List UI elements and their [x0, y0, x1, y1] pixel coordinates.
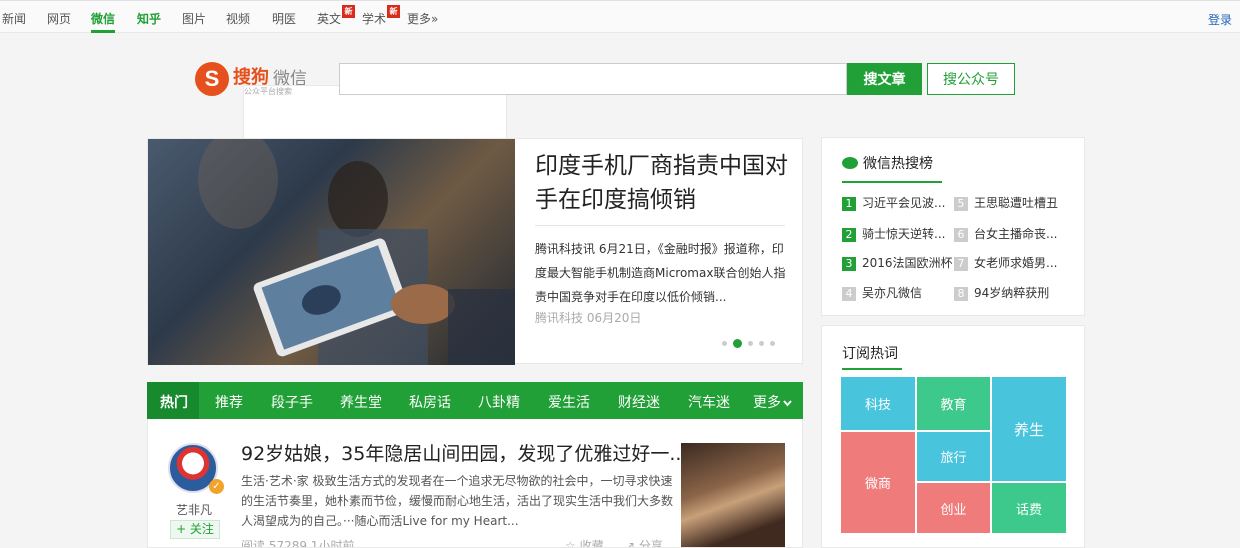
article-thumbnail[interactable] — [681, 443, 785, 547]
carousel-dots — [722, 336, 781, 348]
new-badge-english: 新 — [342, 5, 355, 18]
tile-tech[interactable]: 科技 — [841, 377, 915, 430]
hot-entry[interactable]: 7 女老师求婚男... — [954, 254, 1057, 271]
category-recommend[interactable]: 推荐 — [215, 392, 243, 412]
verified-icon: ✓ — [209, 479, 224, 494]
nav-web[interactable]: 网页 — [47, 10, 71, 27]
category-bar: 热门 推荐 段子手 养生堂 私房话 八卦精 爱生活 财经迷 汽车迷 更多 — [147, 382, 803, 419]
carousel-dot[interactable] — [748, 341, 753, 346]
hot-text: 2016法国欧洲杯 — [862, 256, 953, 270]
tile-health[interactable]: 养生 — [992, 377, 1066, 481]
category-cars[interactable]: 汽车迷 — [688, 392, 730, 412]
hot-text: 女老师求婚男... — [974, 256, 1058, 270]
nav-zhihu[interactable]: 知乎 — [137, 10, 161, 27]
category-life[interactable]: 爱生活 — [548, 392, 590, 412]
sogou-weixin-logo[interactable]: S 搜狗 微信 公众平台搜索 — [195, 62, 507, 308]
hot-text: 骑士惊天逆转... — [862, 227, 946, 241]
carousel-dot[interactable] — [759, 341, 764, 346]
hot-text: 王思聪遭吐槽丑 — [974, 196, 1059, 210]
nav-images[interactable]: 图片 — [182, 10, 206, 27]
nav-english[interactable]: 英文 — [317, 10, 341, 27]
chevron-down-icon — [783, 400, 792, 407]
nav-weixin[interactable]: 微信 — [91, 10, 115, 27]
nav-more[interactable]: 更多» — [407, 10, 438, 27]
sogou-logo-icon: S — [195, 62, 229, 96]
category-gossip[interactable]: 八卦精 — [478, 392, 520, 412]
hot-entry[interactable]: 5 王思聪遭吐槽丑 — [954, 194, 1058, 211]
hot-entry[interactable]: 8 94岁纳粹获刑 — [954, 284, 1049, 301]
hot-rank: 5 — [954, 197, 968, 211]
hot-rank: 4 — [842, 287, 856, 301]
search-articles-button[interactable]: 搜文章 — [847, 63, 922, 95]
hot-rank: 8 — [954, 287, 968, 301]
featured-description: 腾讯科技讯 6月21日，《金融时报》报道称，印度最大智能手机制造商Microma… — [535, 242, 786, 304]
featured-photo-art — [198, 139, 515, 365]
hot-text: 94岁纳粹获刑 — [974, 286, 1050, 300]
article-title[interactable]: 92岁姑娘，35年隐居山间田园，发现了优雅过好一... — [241, 439, 687, 466]
hot-entry[interactable]: 3 2016法国欧洲杯 — [842, 254, 953, 271]
follow-button[interactable]: + 关注 — [170, 520, 220, 539]
hot-rank: 1 — [842, 197, 856, 211]
category-hot[interactable]: 热门 — [160, 392, 188, 412]
tile-education[interactable]: 教育 — [917, 377, 990, 430]
hot-search-label: 微信热搜榜 — [863, 156, 933, 172]
category-finance[interactable]: 财经迷 — [618, 392, 660, 412]
carousel-dot[interactable] — [770, 341, 775, 346]
article-meta: 阅读 57289 1小时前 — [241, 539, 355, 548]
category-health[interactable]: 养生堂 — [340, 392, 382, 412]
hot-entry[interactable]: 1 习近平会见波... — [842, 194, 945, 211]
hot-search-panel: 微信热搜榜 1 习近平会见波... 2 骑士惊天逆转... 3 2016法国欧洲杯 4… — [821, 137, 1085, 316]
search-accounts-button[interactable]: 搜公众号 — [927, 63, 1015, 95]
share-button[interactable]: ↗ 分享 — [625, 537, 663, 547]
subscribe-underline — [842, 368, 902, 370]
article-description: 生活·艺术·家 极致生活方式的发现者在一个追求无尽物欲的社会中，一切寻求快速的生… — [241, 474, 674, 528]
category-more[interactable]: 更多 — [753, 392, 792, 412]
hot-rank: 7 — [954, 257, 968, 271]
collect-button[interactable]: ☆ 收藏 — [565, 537, 604, 547]
hot-rank: 6 — [954, 228, 968, 242]
hot-entry[interactable]: 4 吴亦凡微信 — [842, 284, 922, 301]
hot-rank: 3 — [842, 257, 856, 271]
tile-travel[interactable]: 旅行 — [917, 432, 990, 481]
tile-phonebill[interactable]: 话费 — [992, 483, 1066, 533]
featured-carousel: 印度手机厂商指责中国对手在印度搞倾销 腾讯科技讯 6月21日，《金融时报》报道称… — [147, 138, 803, 365]
featured-divider — [535, 225, 785, 226]
nav-video[interactable]: 视频 — [226, 10, 250, 27]
hot-text: 台女主播命丧... — [974, 227, 1058, 241]
featured-meta: 腾讯科技 06月20日 — [535, 311, 642, 325]
nav-news[interactable]: 新闻 — [2, 10, 26, 27]
category-more-label: 更多 — [753, 395, 781, 411]
featured-photo[interactable] — [148, 139, 515, 365]
hot-rank: 2 — [842, 228, 856, 242]
article-item: ✓ 艺非凡 + 关注 92岁姑娘，35年隐居山间田园，发现了优雅过好一... 生… — [147, 419, 803, 548]
subscribe-panel: 订阅热词 科技 教育 养生 微商 旅行 创业 话费 — [821, 325, 1085, 548]
new-badge-academic: 新 — [387, 5, 400, 18]
carousel-dot[interactable] — [722, 341, 727, 346]
carousel-dot-active[interactable] — [733, 339, 742, 348]
nav-active-indicator — [91, 30, 115, 33]
author-name[interactable]: 艺非凡 — [176, 501, 212, 518]
hot-text: 习近平会见波... — [862, 196, 946, 210]
login-link[interactable]: 登录 — [1208, 11, 1232, 28]
wechat-icon — [842, 157, 858, 169]
tile-weishang[interactable]: 微商 — [841, 432, 915, 533]
hot-text: 吴亦凡微信 — [862, 286, 923, 300]
nav-academic[interactable]: 学术 — [362, 10, 386, 27]
featured-title[interactable]: 印度手机厂商指责中国对手在印度搞倾销 — [535, 149, 790, 217]
hot-entry[interactable]: 6 台女主播命丧... — [954, 225, 1057, 242]
category-jokes[interactable]: 段子手 — [271, 392, 313, 412]
hot-search-underline — [842, 181, 942, 183]
search-input[interactable] — [339, 63, 847, 95]
nav-mingyi[interactable]: 明医 — [272, 10, 296, 27]
hot-search-title: 微信热搜榜 — [842, 153, 933, 173]
tile-startup[interactable]: 创业 — [917, 483, 990, 533]
hot-entry[interactable]: 2 骑士惊天逆转... — [842, 225, 945, 242]
subscribe-title: 订阅热词 — [842, 346, 898, 362]
category-private[interactable]: 私房话 — [409, 392, 451, 412]
top-nav: 新闻 网页 微信 知乎 图片 视频 明医 英文 新 学术 新 更多» 登录 — [0, 0, 1240, 33]
